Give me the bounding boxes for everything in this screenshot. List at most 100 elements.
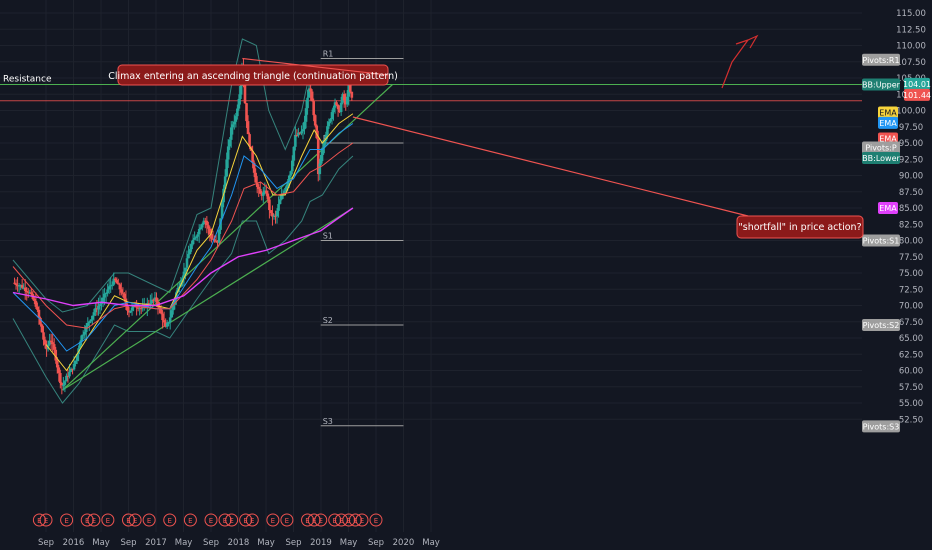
candle-body bbox=[303, 121, 306, 130]
price-tag: EMA bbox=[878, 106, 898, 119]
price-tag: 104.01 bbox=[903, 77, 931, 90]
candle-body bbox=[97, 305, 100, 310]
candle-body bbox=[118, 284, 122, 290]
candle-body bbox=[42, 332, 45, 340]
price-tag: EMA bbox=[878, 202, 898, 214]
candle-body bbox=[33, 298, 36, 301]
candle-body bbox=[43, 339, 47, 345]
candle-body bbox=[52, 344, 56, 350]
y-tick-label: 92.50 bbox=[899, 155, 923, 165]
y-tick-label: 100.00 bbox=[896, 107, 926, 117]
y-tick-label: 70.00 bbox=[899, 302, 923, 312]
x-tick-label: 2020 bbox=[393, 538, 415, 548]
candle-body bbox=[107, 286, 111, 290]
x-tick-label: Sep bbox=[120, 538, 136, 548]
candle-body bbox=[200, 223, 204, 228]
candle-body bbox=[188, 249, 192, 255]
earnings-marker-label: E bbox=[360, 517, 364, 525]
candle-body bbox=[20, 285, 24, 288]
candle-body bbox=[196, 234, 199, 237]
price-tag: Pivots:S2 bbox=[862, 319, 900, 331]
y-tick-label: 112.50 bbox=[896, 25, 926, 35]
price-tag-text: Pivots:S2 bbox=[863, 321, 900, 330]
annotation-text: Climax entering an ascending triangle (c… bbox=[108, 71, 398, 82]
candle-body bbox=[155, 297, 158, 302]
y-tick-label: 67.50 bbox=[899, 318, 923, 328]
price-tag-text: 101.44 bbox=[903, 91, 931, 100]
candle-body bbox=[197, 228, 201, 235]
y-tick-label: 75.00 bbox=[899, 269, 923, 279]
y-tick-label: 57.50 bbox=[899, 383, 923, 393]
candle-body bbox=[86, 323, 90, 326]
candle-body bbox=[36, 306, 39, 310]
candle-body bbox=[326, 126, 329, 135]
candle-body bbox=[117, 283, 120, 285]
y-tick-label: 77.50 bbox=[899, 253, 923, 263]
x-tick-label: May bbox=[340, 538, 358, 548]
y-tick-label: 82.50 bbox=[899, 220, 923, 230]
candle-body bbox=[159, 308, 163, 314]
y-tick-label: 90.00 bbox=[899, 172, 923, 182]
x-tick-label: May bbox=[175, 538, 193, 548]
candle-body bbox=[139, 308, 143, 310]
price-tag-text: Pivots:S1 bbox=[863, 237, 900, 246]
candle-body bbox=[88, 321, 91, 324]
y-tick-label: 80.00 bbox=[899, 237, 923, 247]
candle-body bbox=[149, 303, 152, 305]
candle-body bbox=[84, 325, 88, 333]
price-chart[interactable]: R1PS1S2S3EEEEEEEEEEEEEEEEEEEEEEEEEEEResi… bbox=[0, 0, 932, 550]
candle-body bbox=[237, 98, 241, 109]
candle-body bbox=[289, 171, 293, 176]
candle-body bbox=[194, 236, 198, 238]
x-tick-label: Sep bbox=[203, 538, 219, 548]
candle-body bbox=[104, 292, 108, 294]
candle-body bbox=[72, 363, 76, 370]
pivot-label-s3: S3 bbox=[323, 417, 333, 426]
candle-body bbox=[123, 293, 126, 299]
y-tick-label: 72.50 bbox=[899, 285, 923, 295]
candle-body bbox=[310, 91, 314, 102]
price-tag-text: EMA bbox=[879, 119, 897, 128]
candle-body bbox=[336, 104, 340, 110]
candle-body bbox=[225, 159, 228, 177]
candle-body bbox=[152, 299, 155, 301]
candle-body bbox=[229, 127, 233, 140]
price-tag: Pivots:R1 bbox=[862, 53, 900, 66]
candle-body bbox=[106, 289, 109, 293]
resistance-label: Resistance bbox=[3, 75, 52, 85]
earnings-marker-label: E bbox=[229, 517, 233, 525]
candle-body bbox=[312, 101, 315, 116]
candle-body bbox=[98, 304, 102, 306]
candle-body bbox=[233, 121, 236, 125]
candle-body bbox=[170, 310, 174, 318]
x-tick-label: 2018 bbox=[228, 538, 250, 548]
candle-body bbox=[62, 384, 65, 386]
candle-body bbox=[55, 360, 59, 368]
price-tag-text: BB:Lower bbox=[862, 154, 900, 163]
candle-body bbox=[63, 381, 67, 385]
candle-body bbox=[103, 293, 106, 298]
candle-body bbox=[161, 313, 164, 321]
earnings-marker-label: E bbox=[188, 517, 192, 525]
y-tick-label: 95.00 bbox=[899, 139, 923, 149]
candle-body bbox=[301, 129, 305, 132]
candle-body bbox=[57, 367, 61, 373]
candle-body bbox=[313, 115, 317, 126]
candle-body bbox=[81, 334, 85, 336]
candle-body bbox=[68, 371, 71, 377]
y-tick-label: 87.50 bbox=[899, 188, 923, 198]
y-tick-label: 85.00 bbox=[899, 204, 923, 214]
candle-body bbox=[83, 332, 87, 335]
pivot-label-r1: R1 bbox=[323, 50, 334, 59]
earnings-marker-label: E bbox=[271, 517, 275, 525]
candle-body bbox=[320, 154, 323, 164]
candle-body bbox=[165, 323, 169, 327]
candle-body bbox=[306, 97, 309, 109]
candle-body bbox=[14, 283, 18, 286]
candle-body bbox=[292, 146, 296, 161]
candle-body bbox=[234, 116, 238, 122]
candle-body bbox=[330, 112, 334, 120]
candle-body bbox=[268, 199, 271, 211]
earnings-marker-label: E bbox=[285, 517, 289, 525]
y-tick-label: 107.50 bbox=[896, 58, 926, 68]
